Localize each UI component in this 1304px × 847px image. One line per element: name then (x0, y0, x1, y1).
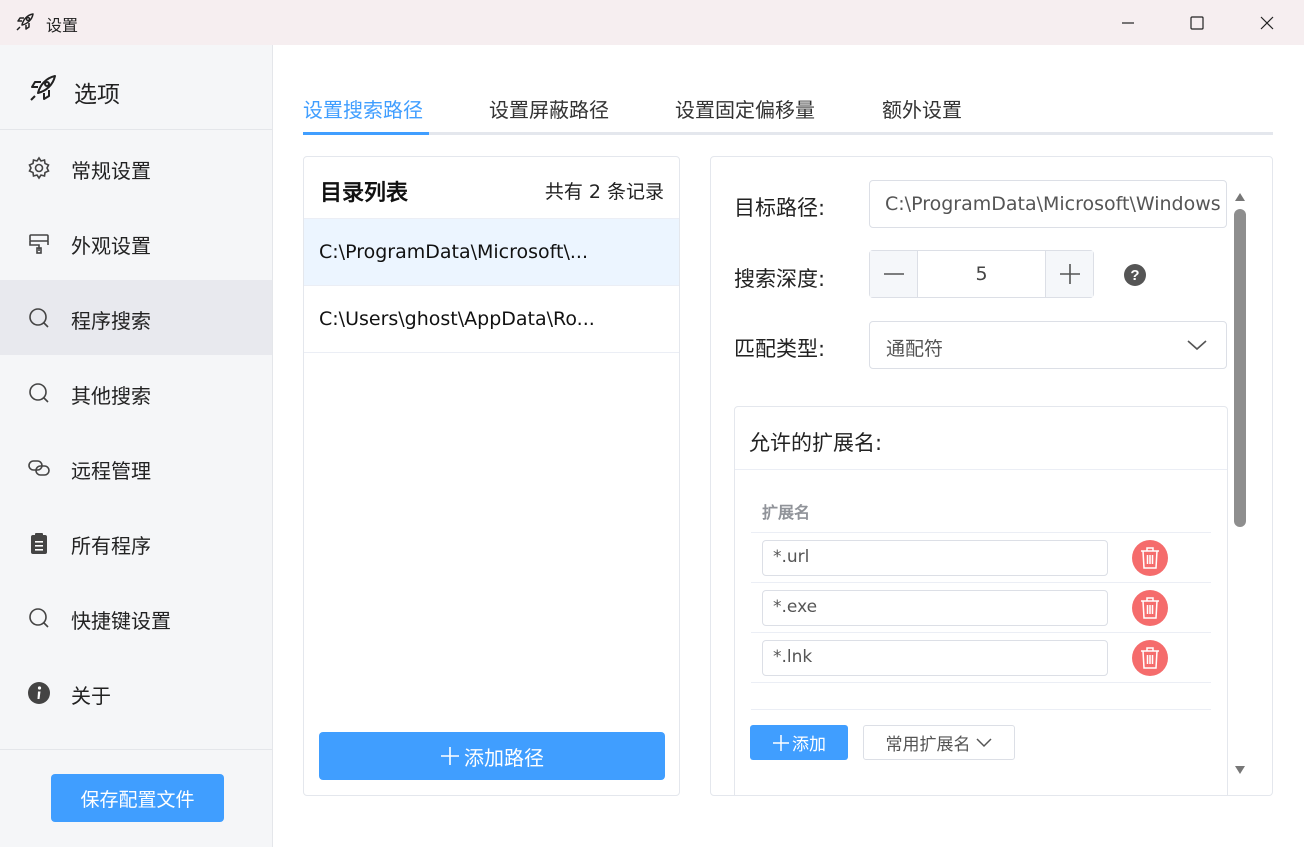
list-item-path: C:\Users\ghost\AppData\Ro... (319, 308, 595, 330)
search-depth-stepper: 5 (869, 250, 1094, 298)
search-icon (27, 306, 51, 330)
sidebar-item-label: 所有程序 (71, 534, 151, 558)
sidebar-item-about[interactable]: 关于 (0, 655, 272, 730)
save-config-button[interactable]: 保存配置文件 (51, 774, 224, 822)
directory-list-title: 目录列表 (320, 181, 409, 206)
directory-list-header: 目录列表 共有 2 条记录 (304, 157, 679, 219)
divider (751, 632, 1211, 633)
delete-button[interactable] (1132, 640, 1168, 676)
sidebar-header: 选项 (0, 45, 272, 130)
divider (751, 582, 1211, 583)
scroll-up-arrow-icon[interactable] (1234, 187, 1246, 206)
common-extensions-dropdown[interactable]: 常用扩展名 (863, 725, 1015, 760)
tab-fixed-offset[interactable]: 设置固定偏移量 (675, 94, 815, 123)
search-depth-value[interactable]: 5 (918, 263, 1045, 285)
plus-icon (441, 747, 459, 765)
brush-icon (27, 231, 51, 255)
title-bar: 设置 (0, 0, 1304, 45)
svg-text:?: ? (1130, 267, 1139, 284)
trash-icon (1141, 647, 1159, 669)
sidebar-item-label: 关于 (71, 684, 111, 708)
path-settings-panel: 目标路径: C:\ProgramData\Microsoft\Windows 搜… (710, 156, 1273, 796)
delete-button[interactable] (1132, 540, 1168, 576)
record-count: 共有 2 条记录 (544, 181, 664, 203)
tab-extra-settings[interactable]: 额外设置 (882, 94, 962, 123)
window-title: 设置 (46, 16, 79, 35)
sidebar-item-program-search[interactable]: 程序搜索 (0, 280, 272, 355)
minus-icon (883, 273, 904, 275)
add-extension-label: 添加 (792, 735, 826, 755)
sidebar-item-remote[interactable]: 远程管理 (0, 430, 272, 505)
increment-button[interactable] (1045, 251, 1093, 297)
delete-button[interactable] (1132, 590, 1168, 626)
list-item-path: C:\ProgramData\Microsoft\... (319, 241, 588, 263)
sidebar: 选项 常规设置 外观设置 程序搜索 其他搜索 远程管理 所有程序 快捷键设置 关… (0, 45, 273, 847)
sidebar-item-label: 常规设置 (71, 159, 151, 183)
help-icon[interactable]: ? (1123, 263, 1147, 287)
add-path-label: 添加路径 (464, 745, 544, 770)
directory-list-panel: 目录列表 共有 2 条记录 C:\ProgramData\Microsoft\.… (303, 156, 680, 796)
chevron-down-icon (1186, 336, 1208, 354)
divider (751, 709, 1211, 710)
sidebar-item-label: 外观设置 (71, 234, 151, 258)
trash-icon (1141, 547, 1159, 569)
scroll-down-arrow-icon[interactable] (1234, 760, 1246, 779)
extension-input[interactable]: *.url (762, 540, 1108, 576)
scrollbar-thumb[interactable] (1234, 209, 1246, 527)
trash-icon (1141, 597, 1159, 619)
extension-column-header: 扩展名 (762, 503, 811, 522)
plus-icon (773, 734, 789, 751)
sidebar-item-hotkeys[interactable]: 快捷键设置 (0, 580, 272, 655)
sidebar-item-label: 快捷键设置 (71, 609, 171, 633)
tab-search-paths[interactable]: 设置搜索路径 (303, 94, 423, 123)
link-icon (27, 456, 51, 480)
sidebar-title: 选项 (74, 82, 120, 108)
sidebar-item-label: 程序搜索 (71, 309, 151, 333)
sidebar-item-label: 远程管理 (71, 459, 151, 483)
divider (735, 469, 1227, 470)
match-type-label: 匹配类型: (734, 337, 826, 361)
vertical-scrollbar[interactable] (1228, 183, 1252, 774)
search-depth-label: 搜索深度: (734, 267, 826, 291)
rocket-icon (28, 73, 58, 103)
sidebar-item-appearance[interactable]: 外观设置 (0, 205, 272, 280)
match-type-value: 通配符 (886, 338, 944, 360)
sidebar-item-all-programs[interactable]: 所有程序 (0, 505, 272, 580)
info-icon (27, 681, 51, 705)
extension-input[interactable]: *.exe (762, 590, 1108, 626)
search-icon (27, 381, 51, 405)
list-item[interactable]: C:\Users\ghost\AppData\Ro... (304, 286, 679, 353)
add-path-button[interactable]: 添加路径 (319, 732, 665, 780)
target-path-input[interactable]: C:\ProgramData\Microsoft\Windows (869, 180, 1227, 228)
close-button[interactable] (1232, 0, 1302, 45)
chevron-down-icon (975, 737, 992, 747)
maximize-button[interactable] (1162, 0, 1232, 45)
allowed-extensions-title: 允许的扩展名: (749, 431, 883, 455)
minimize-button[interactable] (1093, 0, 1163, 45)
add-extension-button[interactable]: 添加 (750, 725, 848, 760)
tab-active-indicator (303, 132, 429, 135)
tab-bar: 设置搜索路径 设置屏蔽路径 设置固定偏移量 额外设置 (303, 84, 1273, 135)
allowed-extensions-card: 允许的扩展名: 扩展名 *.url *.exe *.lnk 添加 常用扩展名 (734, 406, 1228, 795)
divider (751, 682, 1211, 683)
sidebar-footer: 保存配置文件 (0, 749, 272, 847)
match-type-select[interactable]: 通配符 (869, 321, 1227, 369)
common-extensions-label: 常用扩展名 (885, 735, 971, 755)
extension-input[interactable]: *.lnk (762, 640, 1108, 676)
tab-blocked-paths[interactable]: 设置屏蔽路径 (489, 94, 609, 123)
plus-icon (1059, 264, 1080, 284)
clipboard-icon (27, 531, 51, 555)
list-item[interactable]: C:\ProgramData\Microsoft\... (304, 219, 679, 286)
sidebar-item-label: 其他搜索 (71, 384, 151, 408)
decrement-button[interactable] (870, 251, 918, 297)
divider (751, 532, 1211, 533)
gear-icon (27, 156, 51, 180)
target-path-label: 目标路径: (734, 196, 826, 220)
sidebar-item-general[interactable]: 常规设置 (0, 130, 272, 205)
sidebar-item-other-search[interactable]: 其他搜索 (0, 355, 272, 430)
rocket-icon (15, 12, 35, 32)
search-icon (27, 606, 51, 630)
